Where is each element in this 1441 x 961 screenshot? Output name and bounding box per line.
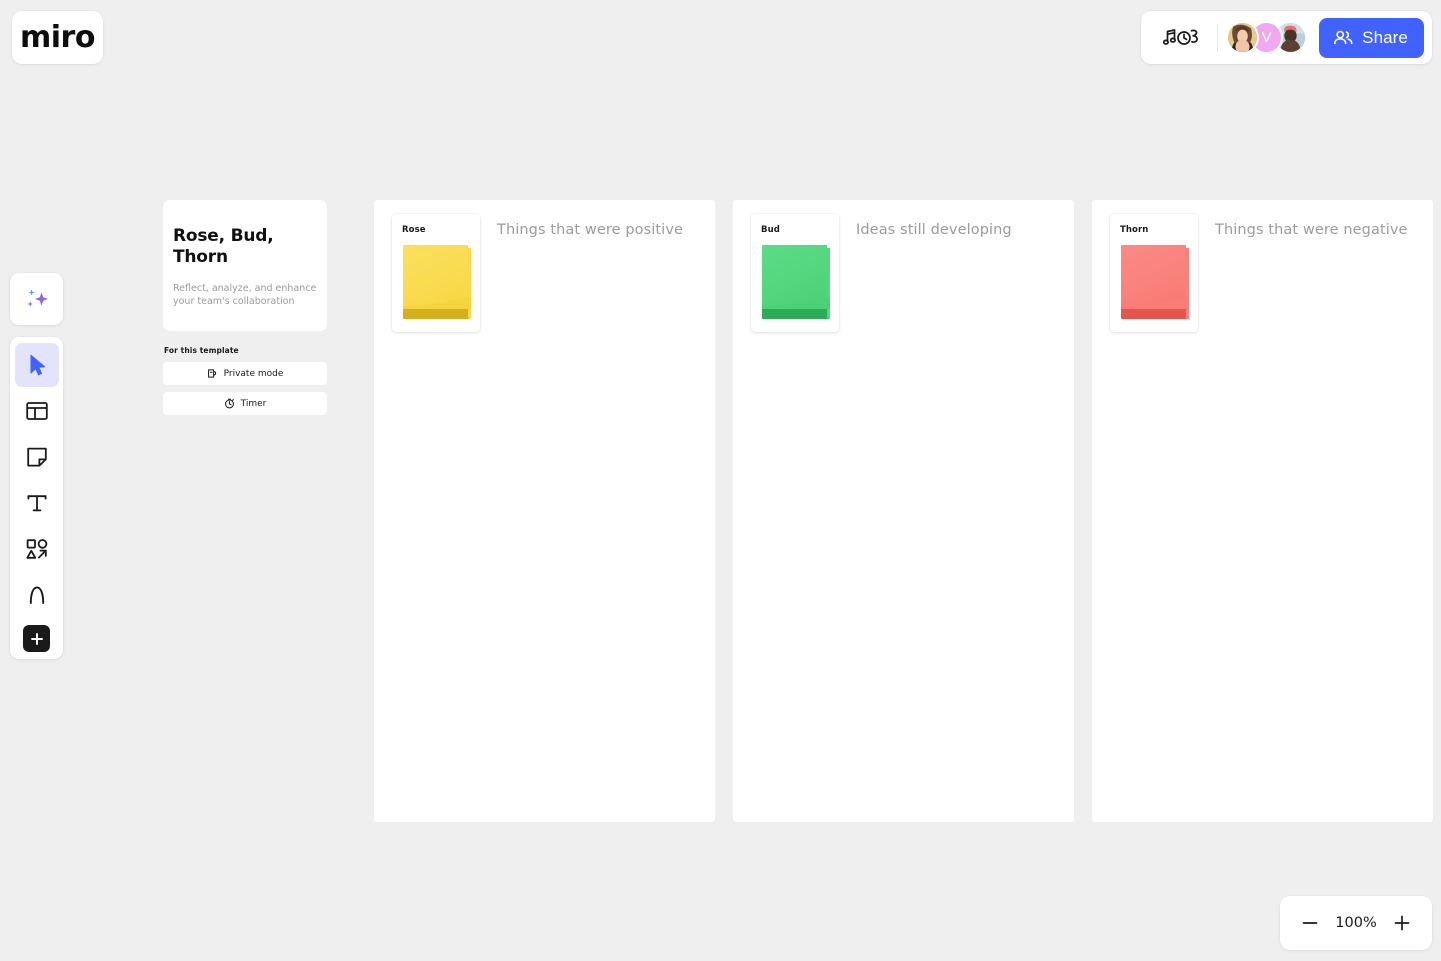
miro-wordmark: miro [20, 19, 95, 55]
main-toolbar [10, 337, 63, 659]
private-mode-icon [207, 369, 216, 378]
text-icon [27, 495, 46, 512]
reactions-button[interactable] [1155, 19, 1211, 57]
zoom-in-button[interactable] [1382, 903, 1422, 943]
text-tool[interactable] [15, 481, 59, 525]
plus-icon [30, 632, 43, 645]
sticky-note-tool[interactable] [15, 435, 59, 479]
template-tools-heading: For this template [164, 346, 239, 355]
frame-caption-rose: Things that were positive [497, 222, 684, 238]
sticky-note-graphic [403, 245, 471, 319]
zoom-control: 100% [1280, 896, 1432, 950]
private-mode-label: Private mode [223, 368, 284, 379]
miro-logo-button[interactable]: miro [12, 11, 103, 64]
music-notes-reactions-icon [1163, 28, 1199, 45]
sticky-note-label: Bud [761, 225, 780, 235]
shapes-tool[interactable] [15, 527, 59, 571]
sticky-note-label: Thorn [1120, 225, 1149, 235]
sticky-note-curl [762, 297, 830, 309]
avatar[interactable] [1226, 21, 1260, 54]
sparkles-icon [27, 289, 48, 307]
sticky-note-stack-thorn[interactable]: Thorn [1110, 214, 1198, 332]
timer-icon [224, 398, 234, 409]
template-title: Rose, Bud, Thorn [173, 226, 274, 268]
share-button[interactable]: Share [1319, 17, 1424, 58]
sticky-note-curl [1121, 297, 1189, 309]
people-icon [1334, 30, 1353, 44]
template-icon [25, 402, 48, 420]
template-tools-section: For this template Private mode Timer [163, 346, 327, 422]
frame-rose[interactable]: Rose Things that were positive [374, 200, 715, 822]
share-button-label: Share [1362, 27, 1408, 47]
templates-tool[interactable] [15, 389, 59, 433]
pen-curve-icon [29, 586, 44, 604]
avatar-photo-icon [1228, 23, 1258, 52]
timer-label: Timer [240, 398, 267, 409]
frame-caption-thorn: Things that were negative [1215, 222, 1408, 238]
ai-sparkle-tool[interactable] [10, 273, 63, 325]
timer-button[interactable]: Timer [163, 392, 327, 415]
sticky-note-stack-bud[interactable]: Bud [751, 214, 839, 332]
template-info-card: Rose, Bud, Thorn Reflect, analyze, and e… [163, 200, 327, 332]
zoom-level-label[interactable]: 100% [1330, 915, 1382, 931]
template-subtitle: Reflect, analyze, and enhance your team'… [173, 282, 317, 308]
collaborator-avatars: V [1226, 21, 1308, 54]
zoom-out-button[interactable] [1290, 903, 1330, 943]
select-tool[interactable] [14, 343, 59, 387]
sticky-note-graphic [1121, 245, 1189, 319]
shapes-icon [25, 539, 47, 559]
sticky-note-stack-rose[interactable]: Rose [392, 214, 480, 332]
cursor-icon [30, 354, 45, 376]
header-divider [1217, 23, 1219, 52]
frame-bud[interactable]: Bud Ideas still developing [733, 200, 1074, 822]
avatar-initial: V [1261, 29, 1272, 46]
sticky-note-graphic [762, 245, 830, 319]
header-toolbar: V Share [1141, 11, 1432, 64]
sticky-note-label: Rose [402, 225, 426, 235]
private-mode-button[interactable]: Private mode [163, 362, 327, 385]
minus-icon [1302, 922, 1318, 924]
more-apps-tool[interactable] [23, 625, 50, 652]
frame-thorn[interactable]: Thorn Things that were negative [1092, 200, 1433, 822]
sticky-note-curl [403, 297, 471, 309]
sticky-note-icon [26, 447, 47, 467]
plus-icon [1394, 915, 1410, 931]
frame-caption-bud: Ideas still developing [856, 222, 1012, 238]
pen-tool[interactable] [15, 573, 59, 617]
